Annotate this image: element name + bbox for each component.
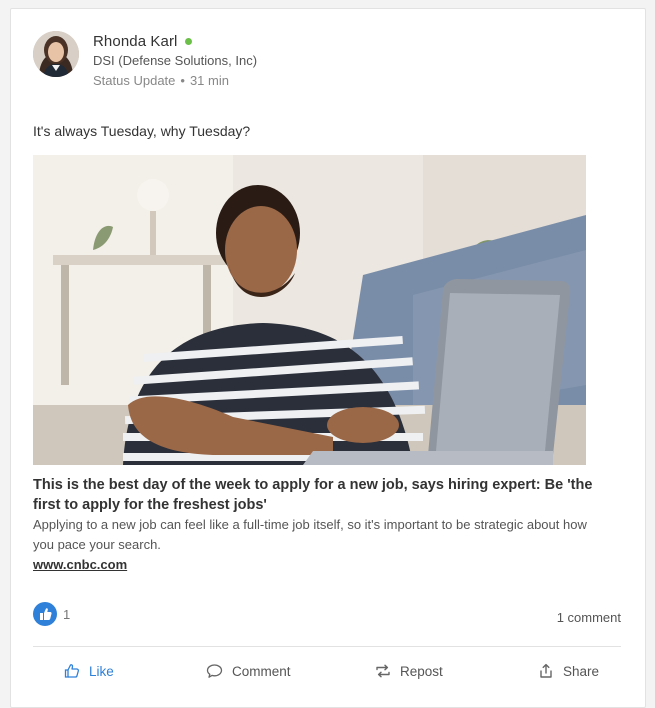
thumbs-up-icon xyxy=(64,664,80,678)
repost-button-label: Repost xyxy=(400,663,443,679)
repost-button[interactable]: Repost xyxy=(375,659,443,683)
share-button-label: Share xyxy=(563,663,600,679)
post-card: Rhonda Karl DSI (Defense Solutions, Inc)… xyxy=(10,8,646,708)
share-icon xyxy=(540,663,552,678)
avatar[interactable] xyxy=(33,31,79,77)
comment-button[interactable]: Comment xyxy=(206,659,291,683)
repost-icon xyxy=(376,664,390,678)
link-preview-title[interactable]: This is the best day of the week to appl… xyxy=(33,475,593,515)
divider xyxy=(33,646,621,647)
link-preview-description: Applying to a new job can feel like a fu… xyxy=(33,517,587,552)
like-button-label: Like xyxy=(89,663,114,679)
author-organization: DSI (Defense Solutions, Inc) xyxy=(93,53,258,68)
link-preview-url[interactable]: www.cnbc.com xyxy=(33,557,127,572)
share-button[interactable]: Share xyxy=(538,659,599,683)
like-count[interactable]: 1 xyxy=(63,607,70,622)
comment-icon xyxy=(206,664,223,678)
post-text: It's always Tuesday, why Tuesday? xyxy=(33,123,251,139)
like-reaction-icon[interactable] xyxy=(33,602,57,626)
meta-separator: • xyxy=(180,73,185,88)
online-status-indicator xyxy=(185,38,192,45)
post-meta: Status Update • 31 min xyxy=(93,73,229,88)
post-time: 31 min xyxy=(189,73,229,88)
like-button[interactable]: Like xyxy=(64,659,114,683)
post-type: Status Update xyxy=(93,73,176,88)
link-preview-image[interactable] xyxy=(33,155,586,465)
comment-button-label: Comment xyxy=(232,663,291,679)
author-name[interactable]: Rhonda Karl xyxy=(93,33,178,50)
comment-count[interactable]: 1 comment xyxy=(557,610,621,625)
